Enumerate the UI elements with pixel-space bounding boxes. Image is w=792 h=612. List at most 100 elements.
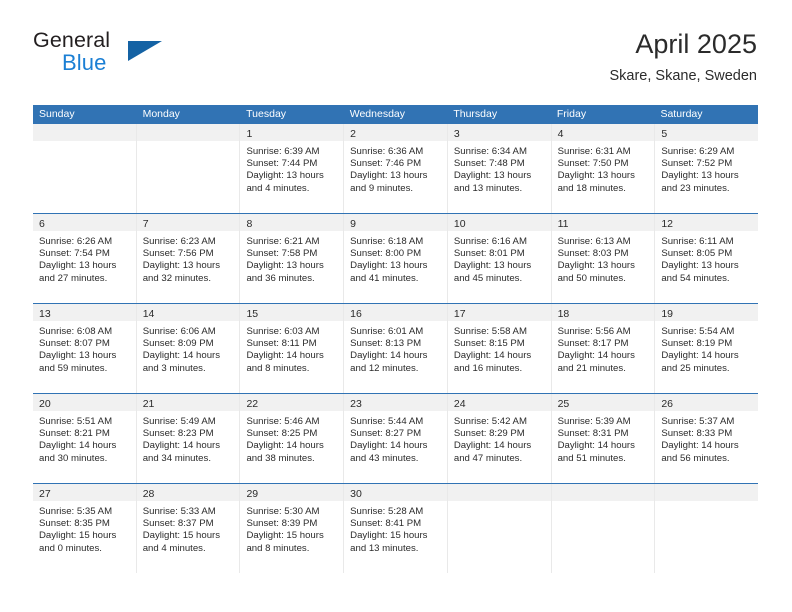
weekday-header-monday: Monday: [142, 108, 180, 120]
day-details: Sunrise: 5:56 AM Sunset: 8:17 PM Dayligh…: [552, 321, 655, 375]
day-details: Sunrise: 5:28 AM Sunset: 8:41 PM Dayligh…: [344, 501, 447, 555]
daylight-text: Daylight: 15 hours and 0 minutes.: [39, 530, 117, 554]
day-details: Sunrise: 6:08 AM Sunset: 8:07 PM Dayligh…: [33, 321, 136, 375]
sunrise-text: Sunrise: 6:06 AM: [142, 326, 216, 337]
sunrise-text: Sunrise: 5:58 AM: [453, 326, 527, 337]
day-details: Sunrise: 6:26 AM Sunset: 7:54 PM Dayligh…: [33, 231, 136, 285]
day-details: [552, 501, 655, 506]
sunset-text: Sunset: 8:07 PM: [39, 338, 110, 350]
date-number: 24: [453, 398, 466, 410]
weekday-header-friday: Friday: [556, 108, 587, 120]
day-cell[interactable]: 20 Sunrise: 5:51 AM Sunset: 8:21 PM Dayl…: [33, 394, 137, 483]
date-band: 11: [551, 214, 655, 231]
day-cell[interactable]: 22 Sunrise: 5:46 AM Sunset: 8:25 PM Dayl…: [240, 394, 345, 483]
day-cell[interactable]: 19 Sunrise: 5:54 AM Sunset: 8:19 PM Dayl…: [655, 304, 759, 393]
day-cell[interactable]: [655, 484, 759, 573]
date-band: 28: [136, 484, 240, 501]
sunset-text: Sunset: 7:48 PM: [453, 158, 525, 170]
day-cell[interactable]: 6 Sunrise: 6:26 AM Sunset: 7:54 PM Dayli…: [33, 214, 137, 303]
day-cell[interactable]: 17 Sunrise: 5:58 AM Sunset: 8:15 PM Dayl…: [447, 304, 552, 393]
day-cell[interactable]: 7 Sunrise: 6:23 AM Sunset: 7:56 PM Dayli…: [136, 214, 241, 303]
day-cell[interactable]: 25 Sunrise: 5:39 AM Sunset: 8:31 PM Dayl…: [551, 394, 656, 483]
logo-triangle-icon: [128, 41, 162, 61]
date-band: 26: [655, 394, 759, 411]
day-cell[interactable]: 5 Sunrise: 6:29 AM Sunset: 7:52 PM Dayli…: [655, 124, 759, 213]
date-band: 22: [240, 394, 344, 411]
sunset-text: Sunset: 8:41 PM: [350, 518, 422, 530]
sunset-text: Sunset: 8:00 PM: [350, 248, 422, 260]
date-number: 2: [350, 128, 356, 140]
day-cell[interactable]: [136, 124, 241, 213]
day-cell[interactable]: 23 Sunrise: 5:44 AM Sunset: 8:27 PM Dayl…: [344, 394, 448, 483]
day-cell[interactable]: [551, 484, 656, 573]
date-number: 1: [246, 128, 253, 140]
date-number: 4: [557, 128, 564, 140]
week-row: 13 Sunrise: 6:08 AM Sunset: 8:07 PM Dayl…: [33, 303, 759, 393]
sunrise-text: Sunrise: 5:33 AM: [142, 506, 216, 517]
daylight-text: Daylight: 13 hours and 27 minutes.: [39, 260, 117, 284]
day-cell[interactable]: 30 Sunrise: 5:28 AM Sunset: 8:41 PM Dayl…: [344, 484, 448, 573]
daylight-text: Daylight: 14 hours and 21 minutes.: [557, 350, 635, 374]
day-cell[interactable]: 3 Sunrise: 6:34 AM Sunset: 7:48 PM Dayli…: [447, 124, 552, 213]
date-number: 9: [350, 218, 356, 230]
general-blue-logo[interactable]: General Blue: [33, 28, 273, 90]
day-cell[interactable]: 11 Sunrise: 6:13 AM Sunset: 8:03 PM Dayl…: [551, 214, 656, 303]
day-cell[interactable]: 14 Sunrise: 6:06 AM Sunset: 8:09 PM Dayl…: [136, 304, 241, 393]
daylight-text: Daylight: 14 hours and 8 minutes.: [246, 350, 324, 374]
day-details: Sunrise: 6:16 AM Sunset: 8:01 PM Dayligh…: [448, 231, 551, 285]
date-number: 28: [142, 488, 155, 500]
sunrise-text: Sunrise: 5:49 AM: [142, 416, 216, 427]
day-cell[interactable]: 9 Sunrise: 6:18 AM Sunset: 8:00 PM Dayli…: [344, 214, 448, 303]
day-cell[interactable]: [33, 124, 137, 213]
date-band: 30: [344, 484, 447, 501]
day-cell[interactable]: 24 Sunrise: 5:42 AM Sunset: 8:29 PM Dayl…: [447, 394, 552, 483]
day-cell[interactable]: 26 Sunrise: 5:37 AM Sunset: 8:33 PM Dayl…: [655, 394, 759, 483]
daylight-text: Daylight: 14 hours and 51 minutes.: [557, 440, 635, 464]
daylight-text: Daylight: 15 hours and 8 minutes.: [246, 530, 324, 554]
day-details: Sunrise: 6:03 AM Sunset: 8:11 PM Dayligh…: [240, 321, 343, 375]
day-cell[interactable]: 21 Sunrise: 5:49 AM Sunset: 8:23 PM Dayl…: [136, 394, 241, 483]
date-number: 16: [350, 308, 362, 320]
date-number: 7: [142, 218, 149, 230]
date-band: [551, 484, 655, 501]
sunrise-text: Sunrise: 6:31 AM: [557, 146, 631, 157]
day-cell[interactable]: 13 Sunrise: 6:08 AM Sunset: 8:07 PM Dayl…: [33, 304, 137, 393]
daylight-text: Daylight: 13 hours and 50 minutes.: [557, 260, 635, 284]
daylight-text: Daylight: 13 hours and 45 minutes.: [453, 260, 532, 284]
sunset-text: Sunset: 8:21 PM: [39, 428, 110, 440]
date-number: 26: [661, 398, 673, 410]
day-cell[interactable]: 8 Sunrise: 6:21 AM Sunset: 7:58 PM Dayli…: [240, 214, 345, 303]
day-details: [33, 141, 136, 146]
sunset-text: Sunset: 7:44 PM: [246, 158, 318, 170]
day-cell[interactable]: 10 Sunrise: 6:16 AM Sunset: 8:01 PM Dayl…: [447, 214, 552, 303]
sunset-text: Sunset: 7:56 PM: [142, 248, 214, 260]
weekday-header-tuesday: Tuesday: [246, 108, 287, 120]
sunrise-text: Sunrise: 6:23 AM: [142, 236, 216, 247]
day-cell[interactable]: 27 Sunrise: 5:35 AM Sunset: 8:35 PM Dayl…: [33, 484, 137, 573]
day-cell[interactable]: 28 Sunrise: 5:33 AM Sunset: 8:37 PM Dayl…: [136, 484, 241, 573]
day-cell[interactable]: 16 Sunrise: 6:01 AM Sunset: 8:13 PM Dayl…: [344, 304, 448, 393]
sunset-text: Sunset: 8:11 PM: [246, 338, 317, 350]
sunrise-text: Sunrise: 5:51 AM: [39, 416, 113, 427]
day-details: Sunrise: 5:33 AM Sunset: 8:37 PM Dayligh…: [137, 501, 240, 555]
date-number: 10: [453, 218, 466, 230]
day-cell[interactable]: 29 Sunrise: 5:30 AM Sunset: 8:39 PM Dayl…: [240, 484, 345, 573]
day-cell[interactable]: 2 Sunrise: 6:36 AM Sunset: 7:46 PM Dayli…: [344, 124, 448, 213]
day-cell[interactable]: 1 Sunrise: 6:39 AM Sunset: 7:44 PM Dayli…: [240, 124, 345, 213]
day-details: [137, 141, 240, 146]
weekday-header-row: Sunday Monday Tuesday Wednesday Thursday…: [33, 105, 758, 124]
day-details: Sunrise: 6:29 AM Sunset: 7:52 PM Dayligh…: [655, 141, 758, 195]
day-cell[interactable]: [447, 484, 552, 573]
date-band: 24: [447, 394, 551, 411]
day-cell[interactable]: 18 Sunrise: 5:56 AM Sunset: 8:17 PM Dayl…: [551, 304, 656, 393]
sunrise-text: Sunrise: 6:29 AM: [661, 146, 735, 157]
date-number: 23: [350, 398, 362, 410]
week-row: 27 Sunrise: 5:35 AM Sunset: 8:35 PM Dayl…: [33, 483, 759, 573]
day-cell[interactable]: 15 Sunrise: 6:03 AM Sunset: 8:11 PM Dayl…: [240, 304, 345, 393]
date-number: 25: [557, 398, 570, 410]
title-block: April 2025 Skare, Skane, Sweden: [609, 28, 757, 86]
day-cell[interactable]: 4 Sunrise: 6:31 AM Sunset: 7:50 PM Dayli…: [551, 124, 656, 213]
day-cell[interactable]: 12 Sunrise: 6:11 AM Sunset: 8:05 PM Dayl…: [655, 214, 759, 303]
date-band: 1: [240, 124, 344, 141]
day-details: Sunrise: 5:37 AM Sunset: 8:33 PM Dayligh…: [655, 411, 758, 465]
